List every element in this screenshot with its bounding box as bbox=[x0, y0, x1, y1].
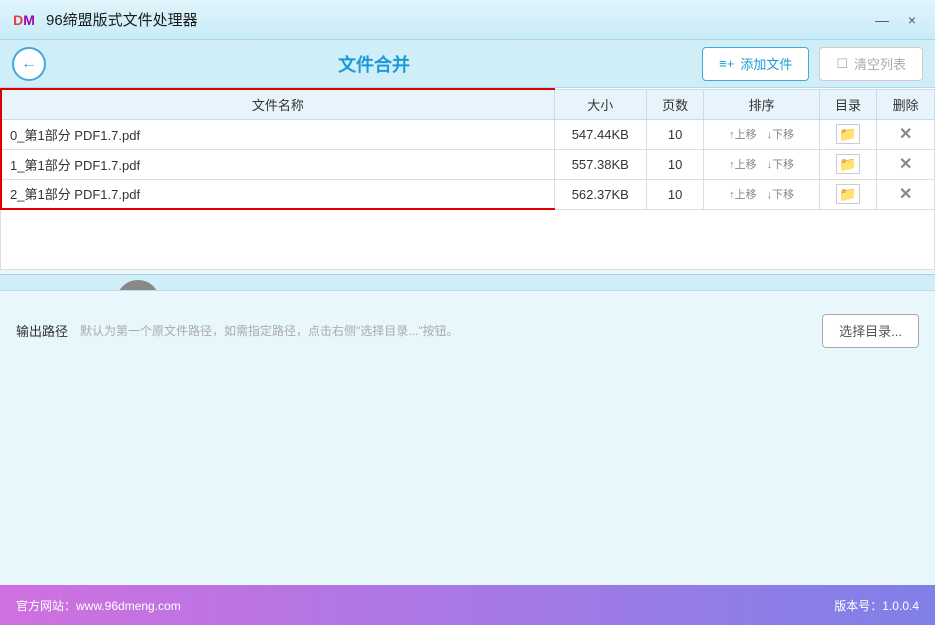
delete-file-button[interactable]: ✕ bbox=[899, 156, 912, 173]
add-file-icon: ≡+ bbox=[719, 56, 734, 71]
clear-list-icon: ☐ bbox=[836, 56, 848, 72]
table-row: 0_第1部分 PDF1.7.pdf547.44KB10↑上移↓下移📁✕ bbox=[1, 119, 935, 149]
app-title: 96缔盟版式文件处理器 bbox=[46, 9, 869, 30]
output-area: 输出路径 默认为第一个原文件路径，如需指定路径，点击右侧"选择目录..."按钮。… bbox=[0, 290, 935, 370]
move-down-button[interactable]: ↓下移 bbox=[764, 185, 798, 203]
output-hint: 默认为第一个原文件路径，如需指定路径，点击右侧"选择目录..."按钮。 bbox=[80, 322, 810, 339]
file-order-cell: ↑上移↓下移 bbox=[704, 119, 819, 149]
page-title: 文件合并 bbox=[56, 51, 692, 77]
file-name-text: 1_第1部分 PDF1.7.pdf bbox=[2, 158, 140, 173]
file-pages-cell: 10 bbox=[646, 119, 704, 149]
move-up-button[interactable]: ↑上移 bbox=[726, 185, 760, 203]
file-name-cell: 0_第1部分 PDF1.7.pdf bbox=[1, 119, 554, 149]
minimize-button[interactable]: — bbox=[869, 10, 895, 30]
add-file-button[interactable]: ≡+ 添加文件 bbox=[702, 47, 809, 81]
col-header-name: 文件名称 bbox=[1, 89, 554, 119]
table-row: 1_第1部分 PDF1.7.pdf557.38KB10↑上移↓下移📁✕ bbox=[1, 149, 935, 179]
toolbar: ← 文件合并 ≡+ 添加文件 ☐ 清空列表 bbox=[0, 40, 935, 88]
footer-website-label: 官方网站： bbox=[16, 599, 76, 613]
delete-file-button[interactable]: ✕ bbox=[899, 186, 912, 203]
col-header-size: 大小 bbox=[554, 89, 646, 119]
col-header-pages: 页数 bbox=[646, 89, 704, 119]
footer: 官方网站：www.96dmeng.com 版本号：1.0.0.4 bbox=[0, 585, 935, 625]
open-dir-button[interactable]: 📁 bbox=[836, 124, 860, 144]
file-size-cell: 557.38KB bbox=[554, 149, 646, 179]
file-del-cell: ✕ bbox=[877, 119, 935, 149]
file-table: 文件名称 大小 页数 排序 目录 删除 0_第1部分 PDF1.7.pdf 547… bbox=[0, 88, 935, 210]
file-del-cell: ✕ bbox=[877, 149, 935, 179]
toolbar-buttons: ≡+ 添加文件 ☐ 清空列表 bbox=[702, 47, 923, 81]
file-table-wrapper: 文件名称 大小 页数 排序 目录 删除 0_第1部分 PDF1.7.pdf 547… bbox=[0, 88, 935, 270]
clear-list-button[interactable]: ☐ 清空列表 bbox=[819, 47, 923, 81]
file-pages-cell: 10 bbox=[646, 179, 704, 209]
file-name-cell: 2_第1部分 PDF1.7.pdf bbox=[1, 179, 554, 209]
col-header-del: 删除 bbox=[877, 89, 935, 119]
file-dir-cell: 📁 bbox=[819, 149, 877, 179]
footer-version: 版本号：1.0.0.4 bbox=[834, 597, 919, 614]
move-up-button[interactable]: ↑上移 bbox=[726, 155, 760, 173]
close-button[interactable]: × bbox=[899, 10, 925, 30]
add-file-label: 添加文件 bbox=[740, 54, 792, 73]
main-content: 文件名称 大小 页数 排序 目录 删除 0_第1部分 PDF1.7.pdf 547… bbox=[0, 88, 935, 410]
open-dir-button[interactable]: 📁 bbox=[836, 184, 860, 204]
title-bar: DM 96缔盟版式文件处理器 — × bbox=[0, 0, 935, 40]
footer-website-url: www.96dmeng.com bbox=[76, 599, 181, 613]
file-del-cell: ✕ bbox=[877, 179, 935, 209]
file-size-cell: 562.37KB bbox=[554, 179, 646, 209]
file-dir-cell: 📁 bbox=[819, 179, 877, 209]
table-row: 2_第1部分 PDF1.7.pdf562.37KB10↑上移↓下移📁✕ bbox=[1, 179, 935, 209]
file-pages-cell: 10 bbox=[646, 149, 704, 179]
file-order-cell: ↑上移↓下移 bbox=[704, 149, 819, 179]
back-icon: ← bbox=[21, 55, 37, 73]
move-down-button[interactable]: ↓下移 bbox=[764, 155, 798, 173]
file-dir-cell: 📁 bbox=[819, 119, 877, 149]
app-logo: DM bbox=[10, 6, 38, 34]
col-header-order: 排序 bbox=[704, 89, 819, 119]
file-size-cell: 547.44KB bbox=[554, 119, 646, 149]
window-controls: — × bbox=[869, 10, 925, 30]
file-name-text: 2_第1部分 PDF1.7.pdf bbox=[2, 187, 140, 202]
footer-website: 官方网站：www.96dmeng.com bbox=[16, 597, 181, 614]
output-label: 输出路径 bbox=[16, 321, 68, 340]
table-scroll-area[interactable]: 文件名称 大小 页数 排序 目录 删除 0_第1部分 PDF1.7.pdf 547… bbox=[0, 88, 935, 270]
move-down-button[interactable]: ↓下移 bbox=[764, 125, 798, 143]
clear-list-label: 清空列表 bbox=[854, 54, 906, 73]
select-dir-button[interactable]: 选择目录... bbox=[822, 314, 919, 348]
back-button[interactable]: ← bbox=[12, 47, 46, 81]
col-header-dir: 目录 bbox=[819, 89, 877, 119]
delete-file-button[interactable]: ✕ bbox=[899, 126, 912, 143]
file-name-cell: 1_第1部分 PDF1.7.pdf bbox=[1, 149, 554, 179]
file-name-text: 0_第1部分 PDF1.7.pdf bbox=[2, 128, 140, 143]
file-order-cell: ↑上移↓下移 bbox=[704, 179, 819, 209]
empty-table-area bbox=[0, 210, 935, 270]
open-dir-button[interactable]: 📁 bbox=[836, 154, 860, 174]
move-up-button[interactable]: ↑上移 bbox=[726, 125, 760, 143]
